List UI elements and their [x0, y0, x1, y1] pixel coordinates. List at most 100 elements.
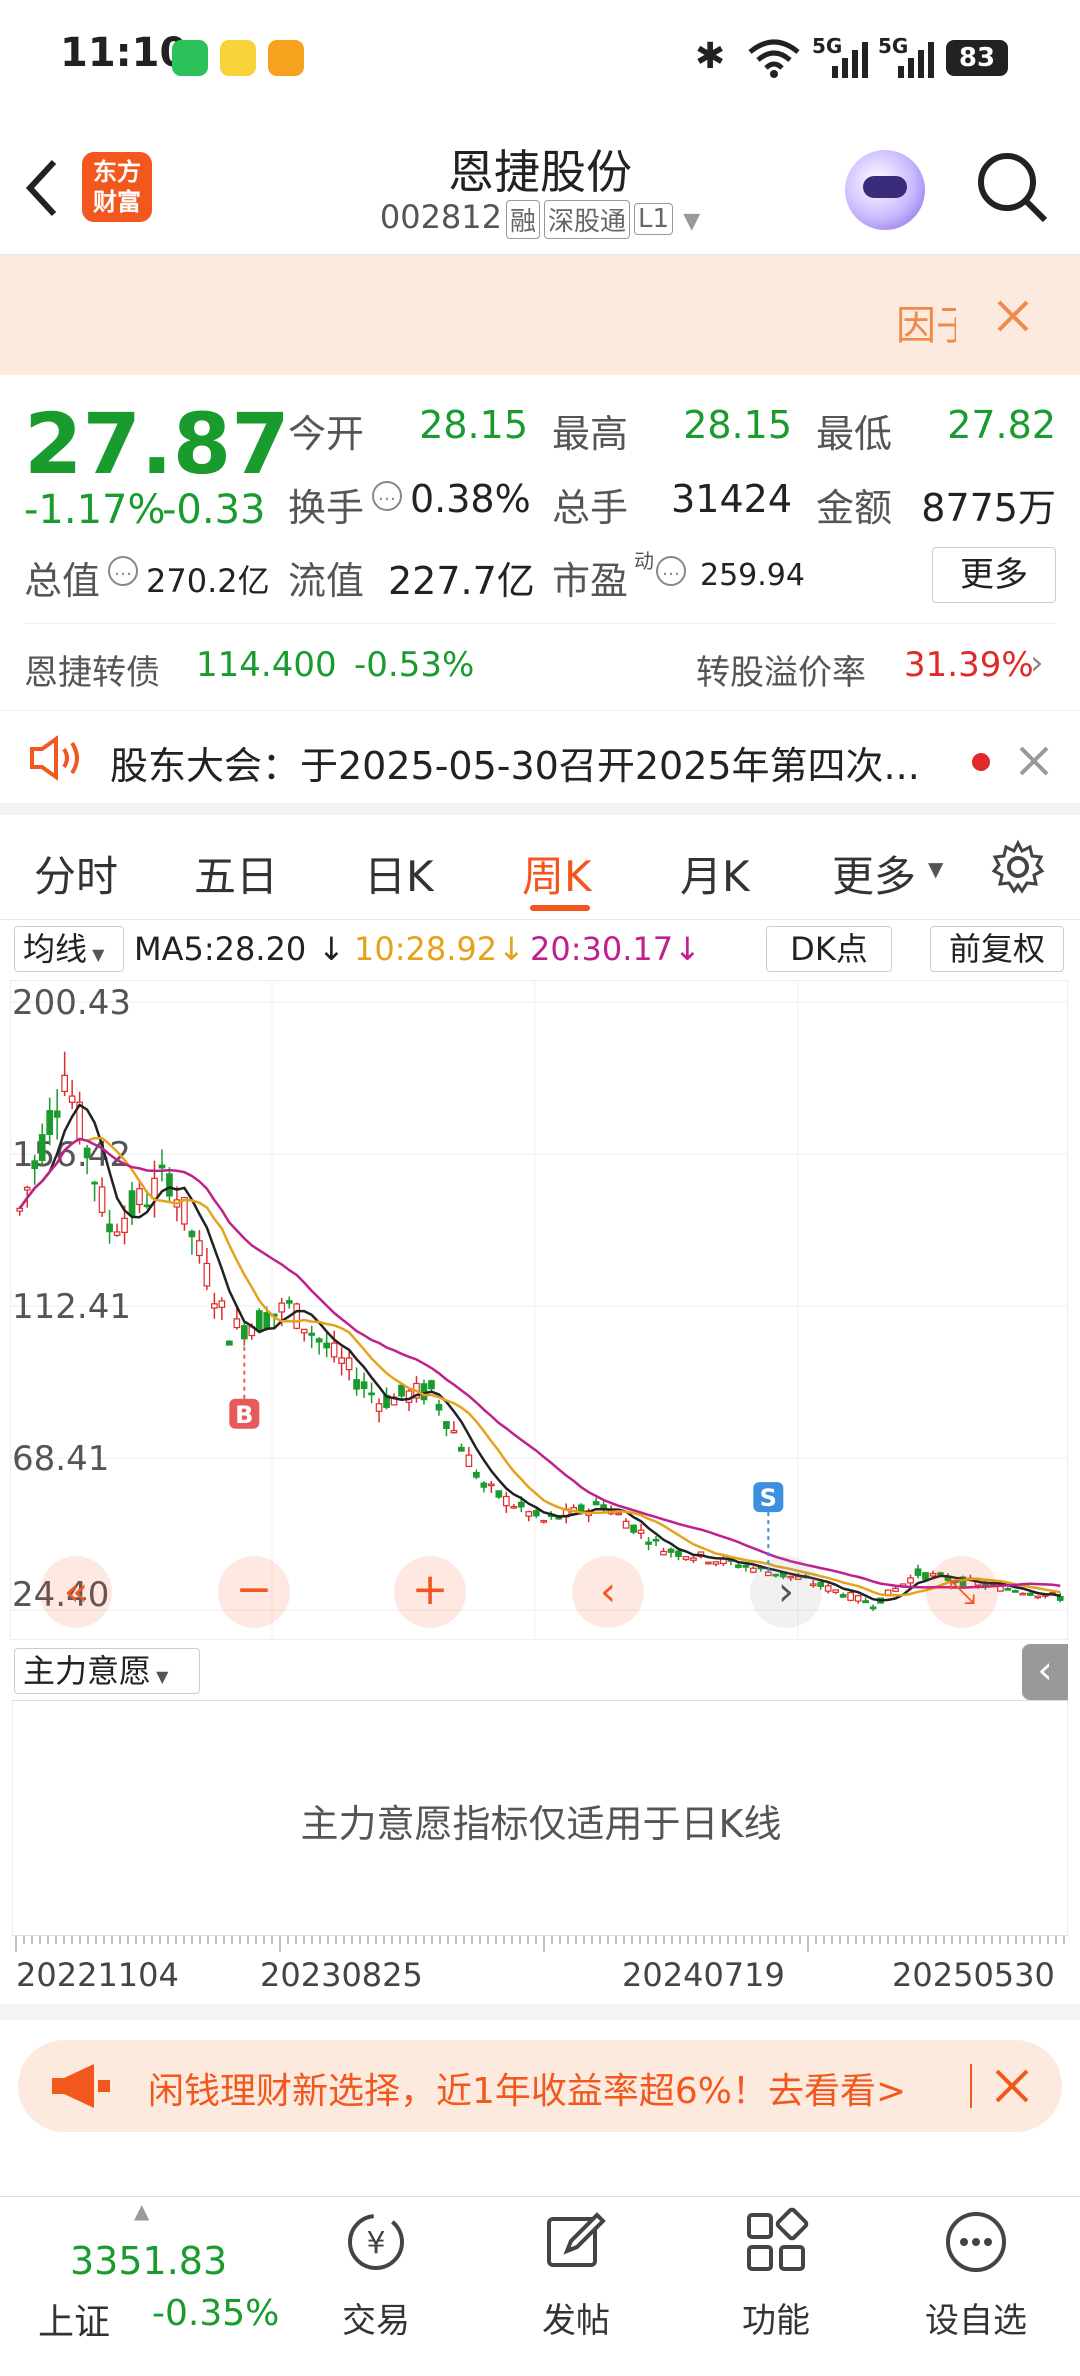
candle-body	[645, 1541, 652, 1545]
gear-icon[interactable]	[990, 839, 1046, 895]
candle-body	[353, 1379, 360, 1390]
bond-label[interactable]: 恩捷转债	[24, 645, 160, 694]
index-value[interactable]: 3351.83	[70, 2239, 227, 2283]
x-tick-label: 20250530	[892, 1956, 1055, 1994]
candle-body	[869, 1606, 877, 1610]
ma-button[interactable]: 均线 ▼	[14, 926, 124, 972]
assistant-avatar[interactable]	[845, 150, 925, 230]
candle-body	[540, 1520, 548, 1523]
candle-body	[1056, 1595, 1064, 1601]
index-change: -0.35%	[152, 2293, 280, 2334]
tab-five-day[interactable]: 五日	[194, 843, 278, 904]
nav-label: 功能	[742, 2301, 810, 2341]
candle-body	[517, 1501, 525, 1508]
collapse-panel-button[interactable]: ‹	[1022, 1644, 1068, 1700]
close-icon[interactable]	[1018, 745, 1050, 777]
zoom-in-button[interactable]: +	[394, 1556, 466, 1628]
open-label: 今开	[288, 412, 365, 456]
edit-icon	[547, 2212, 606, 2267]
candle-body	[892, 1587, 899, 1592]
tab-monthly-k[interactable]: 月K	[680, 843, 750, 904]
promo-banner[interactable]: 闲钱理财新选择，近1年收益率超6%！去看看>	[18, 2040, 1062, 2132]
bond-price: 114.400	[196, 645, 337, 685]
zoom-out-button[interactable]: −	[218, 1556, 290, 1628]
info-icon[interactable]: …	[108, 556, 138, 586]
candle-body	[278, 1302, 286, 1313]
indicator-button-label: 主力意愿	[23, 1652, 152, 1690]
tab-daily-k[interactable]: 日K	[364, 843, 434, 904]
kline-chart[interactable]: 200.43 156.42 112.41 68.41 24.40 BS	[9, 979, 1069, 1641]
high-value: 28.15	[683, 403, 792, 447]
nav-label: 发帖	[542, 2301, 610, 2341]
dropdown-icon: ▼	[151, 1667, 169, 1686]
low-label: 最低	[816, 412, 893, 456]
trade-icon: ¥	[348, 2214, 404, 2270]
change-value: -0.33	[162, 487, 266, 533]
expand-up-icon[interactable]: ▲	[134, 2199, 149, 2223]
close-icon[interactable]	[996, 299, 1030, 333]
speaker-icon	[30, 735, 79, 781]
wechat-icon	[172, 40, 208, 76]
candle-body	[1011, 1590, 1019, 1593]
adjust-button[interactable]: 前复权	[930, 926, 1064, 972]
candle-body	[622, 1520, 630, 1529]
candle-body	[690, 1557, 697, 1561]
nav-functions[interactable]: 功能	[676, 2207, 876, 2342]
nav-post[interactable]: 发帖	[476, 2207, 676, 2342]
stock-code: 002812	[379, 198, 502, 236]
down-arrow-icon: ↓	[674, 930, 701, 968]
info-icon[interactable]: …	[372, 481, 402, 511]
wifi-icon	[748, 39, 800, 78]
tab-intraday[interactable]: 分时	[34, 843, 118, 904]
mcap-value: 270.2亿	[146, 562, 270, 600]
close-icon[interactable]	[994, 2068, 1030, 2104]
candle-body	[712, 1561, 720, 1565]
scroll-left-button[interactable]: ‹	[572, 1556, 644, 1628]
chevron-right-icon[interactable]: ›	[1030, 643, 1044, 683]
tag-level: L1	[634, 203, 674, 235]
more-icon	[946, 2212, 1006, 2272]
nav-trade[interactable]: ¥ 交易	[276, 2207, 476, 2342]
tab-more[interactable]: 更多	[832, 843, 916, 904]
y-tick-label: 156.42	[12, 1135, 131, 1175]
dk-button[interactable]: DK点	[766, 926, 892, 972]
divider	[24, 623, 1056, 624]
down-arrow-icon: ↓	[318, 930, 345, 968]
indicator-button[interactable]: 主力意愿 ▼	[14, 1648, 200, 1694]
search-icon[interactable]	[975, 150, 1051, 226]
chart-frame	[9, 979, 1069, 1641]
notice-banner[interactable]: 因子	[0, 255, 1080, 375]
signal-icon-2	[898, 42, 934, 78]
candle-body	[465, 1454, 473, 1468]
candle-body	[652, 1538, 660, 1542]
fullscreen-button[interactable]: ⤡	[926, 1556, 998, 1628]
candle-body	[630, 1524, 637, 1533]
quote-panel: 27.87 -1.17% -0.33 今开 28.15 最高 28.15 最低 …	[0, 375, 1080, 710]
volume-label: 总手	[552, 486, 629, 530]
pe-superscript: 动	[634, 549, 654, 573]
candle-body	[1026, 1592, 1034, 1596]
nav-add-watchlist[interactable]: 设自选	[876, 2207, 1076, 2342]
nav-label: 设自选	[925, 2301, 1027, 2341]
ma20-label: 20:30.17	[530, 930, 674, 968]
news-ticker[interactable]: 股东大会：于2025-05-30召开2025年第四次...	[0, 710, 1080, 815]
candle-body	[233, 1318, 241, 1329]
scroll-start-button[interactable]: «	[40, 1556, 112, 1628]
info-icon[interactable]: …	[656, 556, 686, 586]
candle-body	[255, 1310, 263, 1332]
marker-label: S	[760, 1484, 777, 1512]
more-button[interactable]: 更多	[932, 547, 1056, 603]
y-tick-label: 200.43	[12, 983, 131, 1023]
scroll-right-button[interactable]: ›	[750, 1556, 822, 1628]
candle-body	[23, 1186, 31, 1191]
candle-body	[300, 1328, 308, 1334]
candle-body	[502, 1495, 510, 1507]
grid-icon	[747, 2207, 809, 2271]
candle-body	[203, 1262, 211, 1287]
candle-body	[166, 1173, 173, 1197]
candle-body	[847, 1592, 855, 1601]
candle-body	[323, 1342, 330, 1349]
dropdown-icon: ▼	[683, 209, 701, 234]
candle-body	[218, 1300, 226, 1308]
tab-weekly-k[interactable]: 周K	[522, 843, 592, 904]
